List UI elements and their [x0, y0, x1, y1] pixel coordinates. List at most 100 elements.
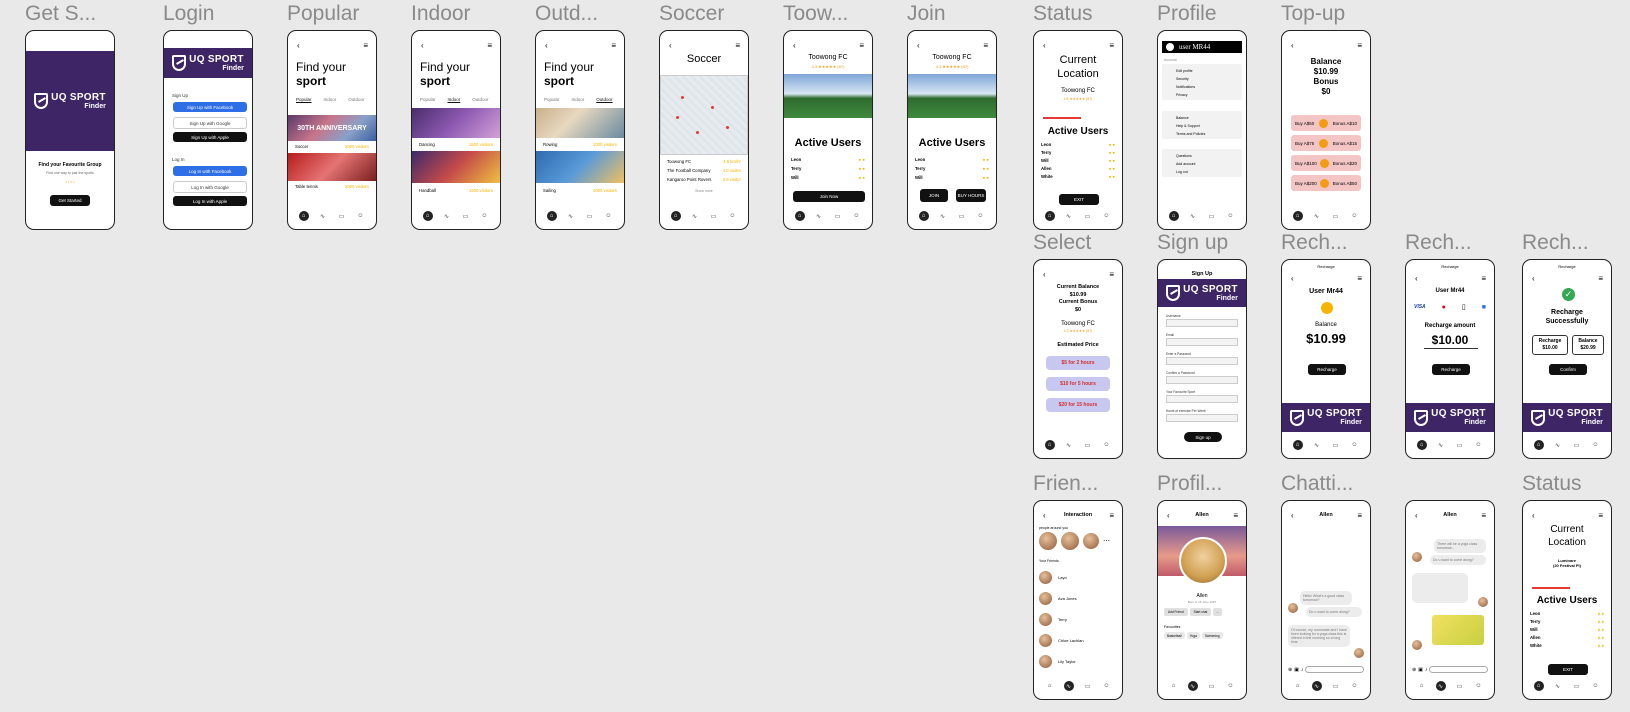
menu-icon[interactable]: ≡ — [1357, 41, 1362, 50]
calendar-icon[interactable]: ▭ — [1331, 211, 1341, 221]
get-started-button[interactable]: Get Started — [50, 195, 90, 206]
message-input[interactable] — [1305, 666, 1364, 673]
image-icon[interactable]: ▣ — [1294, 667, 1299, 673]
tab-outdoor[interactable]: Outdoor — [348, 97, 364, 102]
back-icon[interactable]: ‹ — [1291, 274, 1294, 283]
home-icon[interactable]: ⌂ — [794, 211, 805, 221]
username-input[interactable] — [1166, 319, 1238, 327]
home-icon[interactable]: ⌂ — [1168, 211, 1179, 221]
profile-icon[interactable]: ☺ — [1102, 440, 1112, 450]
home-icon[interactable]: ⌂ — [1044, 211, 1055, 221]
confirm-button[interactable]: Confirm — [1549, 364, 1587, 375]
exit-button[interactable]: EXIT — [1548, 664, 1588, 675]
calendar-icon[interactable]: ▭ — [1331, 440, 1341, 450]
profile-icon[interactable]: ☺ — [1350, 681, 1360, 691]
menu-icon[interactable]: ≡ — [859, 41, 864, 50]
avatar[interactable] — [1061, 532, 1079, 550]
home-icon[interactable]: ⌂ — [298, 211, 309, 221]
show-more-link[interactable]: Show more — [660, 189, 748, 193]
activity-icon[interactable]: ∿ — [1436, 440, 1446, 450]
menu-icon[interactable]: ≡ — [1481, 511, 1486, 520]
profile-icon[interactable]: ☺ — [480, 211, 490, 221]
menu-balance[interactable]: Balance — [1176, 114, 1242, 122]
tab-indoor[interactable]: Indoor — [572, 97, 585, 102]
add-friend-button[interactable]: Add Friend — [1164, 608, 1188, 616]
home-icon[interactable]: ⌂ — [1533, 681, 1544, 691]
back-icon[interactable]: ‹ — [297, 41, 300, 50]
menu-edit-profile[interactable]: Edit profile — [1176, 67, 1242, 75]
profile-icon[interactable]: ☺ — [1591, 440, 1601, 450]
topup-option[interactable]: Buy A$200 Bonus A$50 — [1291, 175, 1361, 191]
apple-signup-button[interactable]: Sign Up with Apple — [173, 132, 247, 142]
calendar-icon[interactable]: ▭ — [1455, 681, 1465, 691]
profile-icon[interactable]: ☺ — [1226, 211, 1236, 221]
menu-icon[interactable]: ≡ — [363, 41, 368, 50]
image-icon[interactable]: ▣ — [1418, 667, 1423, 673]
menu-privacy[interactable]: Privacy — [1176, 91, 1242, 99]
back-icon[interactable]: ‹ — [1532, 511, 1535, 520]
sailing-image[interactable] — [536, 151, 624, 183]
profile-icon[interactable]: ☺ — [852, 211, 862, 221]
buy-hours-button[interactable]: BUY HOURS — [956, 189, 986, 202]
soccer-image[interactable]: 30TH ANNIVERSARY — [288, 115, 376, 141]
activity-icon[interactable]: ∿ — [938, 211, 948, 221]
more-icon[interactable]: … — [1213, 608, 1223, 616]
add-icon[interactable]: ⊕ — [1412, 667, 1416, 673]
menu-icon[interactable]: ≡ — [1109, 41, 1114, 50]
back-icon[interactable]: ‹ — [1415, 274, 1418, 283]
price-option-5h[interactable]: $10 for 5 hours — [1046, 377, 1110, 391]
calendar-icon[interactable]: ▭ — [1207, 681, 1217, 691]
recharge-button[interactable]: Recharge — [1308, 364, 1346, 375]
profile-icon[interactable]: ☺ — [1102, 681, 1112, 691]
mic-icon[interactable]: ♪ — [1301, 667, 1304, 673]
topup-option[interactable]: Buy A$75 Bonus A$15 — [1291, 135, 1361, 151]
email-input[interactable] — [1166, 338, 1238, 346]
google-login-button[interactable]: Log In with Google — [173, 181, 247, 193]
calendar-icon[interactable]: ▭ — [1572, 440, 1582, 450]
profile-icon[interactable]: ☺ — [976, 211, 986, 221]
table-tennis-image[interactable] — [288, 153, 376, 181]
activity-icon[interactable]: ∿ — [1312, 211, 1322, 221]
calendar-icon[interactable]: ▭ — [1083, 681, 1093, 691]
menu-security[interactable]: Security — [1176, 75, 1242, 83]
friend-row[interactable]: Lily Taylor — [1039, 651, 1084, 672]
activity-icon[interactable]: ∿ — [814, 211, 824, 221]
back-icon[interactable]: ‹ — [669, 41, 672, 50]
home-icon[interactable]: ⌂ — [1533, 440, 1544, 450]
tab-indoor[interactable]: Indoor — [324, 97, 337, 102]
home-icon[interactable]: ⌂ — [1416, 440, 1427, 450]
start-chat-button[interactable]: Start chat — [1189, 608, 1212, 616]
avatar[interactable] — [1039, 532, 1057, 550]
calendar-icon[interactable]: ▭ — [1331, 681, 1341, 691]
dancing-image[interactable] — [412, 108, 500, 138]
tab-outdoor[interactable]: Outdoor — [472, 97, 488, 102]
home-icon[interactable]: ⌂ — [1417, 681, 1427, 691]
hours-input[interactable] — [1166, 414, 1238, 422]
menu-logout[interactable]: Log out — [1176, 168, 1242, 176]
activity-icon[interactable]: ∿ — [1312, 440, 1322, 450]
tab-outdoor[interactable]: Outdoor — [596, 97, 612, 102]
calendar-icon[interactable]: ▭ — [1083, 440, 1093, 450]
home-icon[interactable]: ⌂ — [546, 211, 557, 221]
activity-icon[interactable]: ∿ — [1064, 211, 1074, 221]
menu-icon[interactable]: ≡ — [1357, 274, 1362, 283]
profile-icon[interactable]: ☺ — [604, 211, 614, 221]
menu-icon[interactable]: ≡ — [1598, 274, 1603, 283]
price-option-15h[interactable]: $20 for 15 hours — [1046, 398, 1110, 412]
exit-button[interactable]: EXIT — [1059, 194, 1099, 205]
activity-icon[interactable]: ∿ — [1311, 681, 1322, 691]
menu-icon[interactable]: ≡ — [1233, 511, 1238, 520]
message-input[interactable] — [1429, 666, 1488, 673]
activity-icon[interactable]: ∿ — [1064, 440, 1074, 450]
map-view[interactable] — [660, 75, 748, 155]
menu-icon[interactable]: ≡ — [611, 41, 616, 50]
home-icon[interactable]: ⌂ — [1044, 440, 1055, 450]
home-icon[interactable]: ⌂ — [1045, 681, 1055, 691]
sign-up-button[interactable]: Sign up — [1184, 432, 1222, 442]
menu-icon[interactable]: ≡ — [487, 41, 492, 50]
home-icon[interactable]: ⌂ — [1293, 681, 1303, 691]
menu-questions[interactable]: Questions — [1176, 152, 1242, 160]
alipay-icon[interactable]: ■ — [1482, 304, 1486, 311]
topup-option[interactable]: Buy A$50 Bonus A$10 — [1291, 115, 1361, 131]
menu-notifications[interactable]: Notifications — [1176, 83, 1242, 91]
